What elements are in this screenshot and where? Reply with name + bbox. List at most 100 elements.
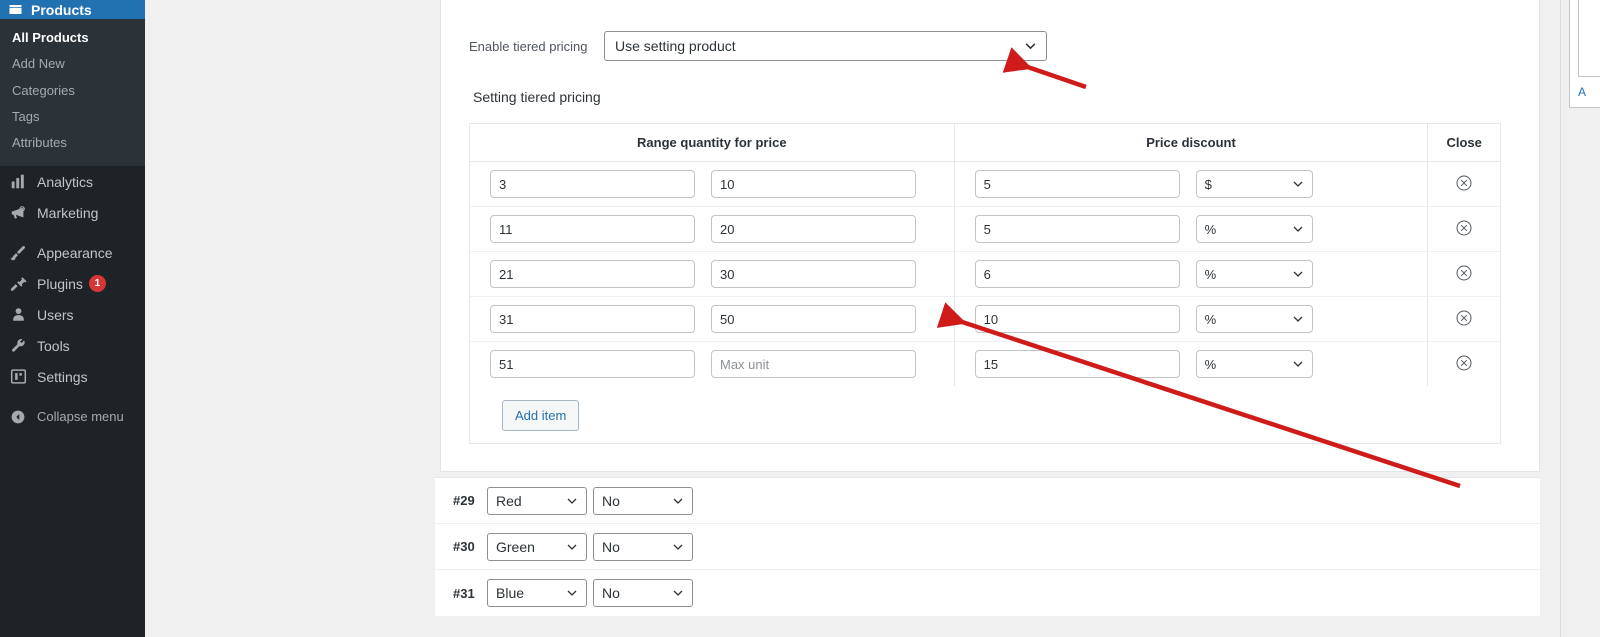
chevron-down-icon — [567, 498, 577, 504]
max-unit-input[interactable] — [711, 215, 916, 243]
chevron-down-icon — [673, 498, 683, 504]
sidebar-item-users-label: Users — [37, 306, 74, 323]
variation-color-value: Red — [496, 492, 522, 509]
table-header-row: Range quantity for price Price discount … — [470, 124, 1500, 162]
remove-row-icon[interactable] — [1456, 310, 1472, 326]
discount-input[interactable] — [974, 305, 1180, 333]
sidebar-item-appearance[interactable]: Appearance — [0, 237, 145, 268]
column-header-range: Range quantity for price — [470, 124, 955, 162]
variations-body: #29 Red No #30 Green No #31 Blue No — [435, 478, 1540, 616]
submenu-item-attributes[interactable]: Attributes — [0, 130, 145, 156]
remove-row-icon[interactable] — [1456, 355, 1472, 371]
remove-row-icon[interactable] — [1456, 175, 1472, 191]
sidebar-item-plugins[interactable]: Plugins 1 — [0, 268, 145, 299]
variation-number: #29 — [453, 493, 475, 508]
sidebar-item-tools[interactable]: Tools — [0, 330, 145, 361]
remove-row-icon[interactable] — [1456, 265, 1472, 281]
discount-unit-value: % — [1204, 356, 1217, 372]
variation-status-select[interactable]: No — [593, 579, 693, 607]
products-submenu: All Products Add New Categories Tags Att… — [0, 19, 145, 167]
sidebar-item-plugins-label: Plugins — [37, 275, 83, 292]
variation-status-select[interactable]: No — [593, 532, 693, 561]
plug-icon — [8, 274, 28, 294]
min-unit-input[interactable] — [490, 260, 695, 288]
table-row: $ — [470, 161, 1500, 207]
products-icon — [8, 2, 23, 17]
sidebar-item-settings[interactable]: Settings — [0, 361, 145, 392]
chart-bars-icon — [8, 172, 28, 192]
min-unit-input[interactable] — [490, 350, 695, 378]
remove-row-icon[interactable] — [1456, 220, 1472, 236]
collapse-arrow-icon — [8, 407, 28, 427]
max-unit-input[interactable] — [711, 305, 916, 333]
range-cell — [470, 296, 955, 342]
discount-unit-select[interactable]: % — [1195, 215, 1313, 243]
submenu-item-categories[interactable]: Categories — [0, 78, 145, 104]
submenu-item-all-products[interactable]: All Products — [0, 25, 145, 51]
max-unit-input[interactable] — [711, 260, 916, 288]
discount-input[interactable] — [974, 215, 1180, 243]
sidebar-item-analytics[interactable]: Analytics — [0, 166, 145, 197]
max-unit-input[interactable] — [711, 350, 916, 378]
min-unit-input[interactable] — [490, 170, 695, 198]
megaphone-icon — [8, 203, 28, 223]
column-header-close: Close — [1427, 124, 1500, 162]
right-panel-link[interactable]: A — [1578, 85, 1600, 99]
table-row: % — [470, 251, 1500, 297]
submenu-item-tags[interactable]: Tags — [0, 104, 145, 130]
right-sidebar-panel: A — [1560, 0, 1600, 637]
discount-input[interactable] — [974, 350, 1180, 378]
discount-unit-select[interactable]: % — [1195, 260, 1313, 288]
chevron-down-icon — [1293, 226, 1303, 232]
variation-color-select[interactable]: Blue — [487, 579, 587, 607]
discount-cell: % — [954, 206, 1429, 252]
max-unit-input[interactable] — [711, 170, 916, 198]
variation-color-value: Green — [496, 538, 535, 555]
range-cell — [470, 161, 955, 207]
variations-list: #29 Red No #30 Green No #31 Blue No — [435, 477, 1540, 616]
admin-sidebar: Products All Products Add New Categories… — [0, 0, 145, 637]
discount-cell: % — [954, 341, 1429, 386]
discount-unit-select[interactable]: % — [1195, 305, 1313, 333]
wrench-icon — [8, 336, 28, 356]
min-unit-input[interactable] — [490, 215, 695, 243]
enable-tiered-pricing-value: Use setting product — [615, 38, 736, 54]
right-panel-card: A — [1569, 0, 1600, 108]
min-unit-input[interactable] — [490, 305, 695, 333]
variation-number: #31 — [453, 585, 475, 601]
discount-unit-select[interactable]: % — [1195, 350, 1313, 378]
discount-unit-value: % — [1204, 311, 1217, 327]
add-item-button[interactable]: Add item — [502, 400, 580, 431]
collapse-menu-label: Collapse menu — [37, 409, 124, 425]
chevron-down-icon — [567, 544, 577, 550]
discount-input[interactable] — [974, 170, 1180, 198]
chevron-down-icon — [1293, 316, 1303, 322]
variation-color-select[interactable]: Green — [487, 532, 587, 561]
variation-status-select[interactable]: No — [593, 486, 693, 515]
sidebar-item-marketing[interactable]: Marketing — [0, 197, 145, 228]
variation-status-value: No — [602, 538, 620, 555]
discount-unit-value: $ — [1204, 176, 1212, 192]
enable-tiered-pricing-label: Enable tiered pricing — [469, 38, 588, 54]
variation-row: #30 Green No — [435, 524, 1540, 570]
variation-color-select[interactable]: Red — [487, 486, 587, 515]
sidebar-item-collapse-menu[interactable]: Collapse menu — [0, 401, 145, 432]
sidebar-item-settings-label: Settings — [37, 368, 88, 385]
discount-unit-select[interactable]: $ — [1195, 170, 1313, 198]
submenu-item-add-new[interactable]: Add New — [0, 51, 145, 77]
sidebar-divider — [0, 228, 145, 237]
sidebar-item-products[interactable]: Products — [0, 0, 145, 19]
variation-row: #31 Blue No — [435, 570, 1540, 616]
discount-input[interactable] — [974, 260, 1180, 288]
screen: Products All Products Add New Categories… — [0, 0, 1600, 637]
discount-cell: $ — [954, 161, 1429, 207]
chevron-down-icon — [1293, 271, 1303, 277]
chevron-down-icon — [673, 590, 683, 596]
table-body: $ % — [470, 161, 1500, 386]
sidebar-item-appearance-label: Appearance — [37, 244, 113, 261]
enable-tiered-pricing-select[interactable]: Use setting product — [604, 31, 1047, 61]
range-cell — [470, 251, 955, 297]
enable-tiered-pricing-row: Enable tiered pricing Use setting produc… — [441, 31, 1539, 61]
sidebar-item-users[interactable]: Users — [0, 299, 145, 330]
chevron-down-icon — [1293, 361, 1303, 367]
